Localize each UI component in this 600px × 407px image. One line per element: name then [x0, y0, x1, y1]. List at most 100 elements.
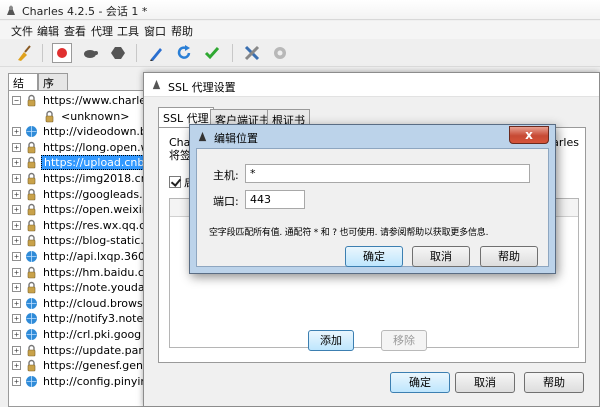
globe-icon — [26, 375, 37, 387]
expand-icon[interactable]: + — [12, 267, 21, 277]
tree-row[interactable]: + https://res.wx.qq.com — [9, 218, 157, 233]
pen-icon[interactable] — [146, 43, 166, 63]
expand-icon[interactable]: + — [12, 252, 21, 261]
refresh-icon[interactable] — [174, 43, 194, 63]
expand-icon[interactable]: + — [12, 330, 21, 339]
lock-icon — [27, 344, 36, 356]
tree-row[interactable]: − https://www.charlesp — [9, 93, 157, 108]
tree-row[interactable]: + https://genesf.genes — [9, 358, 157, 373]
tab-sequence[interactable]: 序列 — [38, 73, 68, 106]
expand-icon[interactable]: + — [12, 345, 21, 355]
tree-row-label: https://note.youdao.c — [43, 281, 158, 295]
menu-view[interactable]: 查看 — [64, 23, 86, 39]
tree-row[interactable]: + https://update.pan.ba — [9, 343, 158, 358]
expand-icon[interactable]: + — [12, 236, 21, 246]
hexagon-stop-icon[interactable] — [108, 43, 128, 63]
menu-file[interactable]: 文件 — [11, 23, 33, 39]
tree-row[interactable]: + https://note.youdao.c — [9, 280, 158, 295]
tree-row-label: https://open.weixin.q — [43, 203, 158, 217]
tree-row[interactable]: + https://open.weixin.q — [9, 202, 158, 217]
tools-icon[interactable] — [242, 43, 262, 63]
expand-icon[interactable]: + — [12, 127, 21, 137]
expand-icon[interactable]: + — [12, 220, 21, 230]
tree-row[interactable]: + https://long.open.wei — [9, 140, 157, 155]
expand-icon[interactable]: + — [12, 314, 21, 324]
expand-icon[interactable]: + — [12, 298, 21, 308]
expand-icon[interactable]: + — [12, 158, 21, 168]
lock-icon — [27, 360, 36, 372]
broom-icon[interactable] — [14, 43, 34, 63]
edit-cancel-button[interactable]: 取消 — [412, 246, 470, 267]
record-icon[interactable] — [52, 43, 72, 63]
host-label: 主机: — [213, 169, 239, 182]
ssl-cancel-button[interactable]: 取消 — [455, 372, 515, 393]
tree-row-label: http://notify3.note.yo — [43, 312, 158, 326]
charles-app-icon — [7, 5, 15, 15]
globe-icon — [26, 297, 37, 309]
tree-row[interactable]: + http://cloud.browser. — [9, 296, 157, 311]
tree-row[interactable]: + https://hm.baidu.com — [9, 265, 158, 280]
tree-row-label: http://videodown.bac — [43, 125, 158, 139]
lock-icon — [45, 110, 54, 122]
tree-row-label: http://cloud.browser. — [43, 296, 157, 310]
expand-icon[interactable]: + — [12, 205, 21, 215]
tree-row[interactable]: + https://img2018.cnblo — [9, 171, 157, 186]
menu-window[interactable]: 窗口 — [144, 23, 166, 39]
tree-row[interactable]: + https://googleads.g.c — [9, 187, 158, 202]
expand-icon[interactable]: + — [12, 142, 21, 152]
check-icon[interactable] — [202, 43, 222, 63]
remove-location-button[interactable]: 移除 — [381, 330, 427, 351]
edit-location-dialog: 编辑位置 x 主机: * 端口: 443 空字段匹配所有值. 通配符 * 和 ?… — [189, 124, 556, 274]
port-input[interactable]: 443 — [245, 190, 305, 209]
host-input[interactable]: * — [245, 164, 530, 183]
close-icon[interactable]: x — [509, 126, 549, 144]
expand-icon[interactable]: + — [12, 174, 21, 183]
tree-row[interactable]: <unknown> — [9, 109, 157, 124]
tree-row-label: https://googleads.g.c — [43, 187, 158, 201]
tree-row[interactable]: + https://blog-static.cn — [9, 233, 157, 248]
menu-edit[interactable]: 编辑 — [37, 23, 59, 39]
tree-row[interactable]: + http://config.pinyin.so — [9, 374, 158, 389]
toolbar-separator — [232, 44, 233, 62]
expand-icon[interactable]: + — [12, 189, 21, 199]
ssl-help-button[interactable]: 帮助 — [524, 372, 584, 393]
tree-row[interactable]: + http://api.lxqp.360.cn — [9, 249, 157, 264]
port-label: 端口: — [213, 195, 239, 208]
window-titlebar: Charles 4.2.5 - 会话 1 * — [0, 0, 600, 20]
tree-row[interactable]: + https://upload.cnblog — [9, 155, 157, 171]
turtle-icon[interactable] — [80, 43, 100, 63]
menu-help[interactable]: 帮助 — [171, 23, 193, 39]
globe-icon — [26, 329, 37, 340]
expand-icon[interactable]: + — [12, 376, 21, 386]
edit-help-button[interactable]: 帮助 — [480, 246, 538, 267]
tree-row[interactable]: + http://notify3.note.yo — [9, 311, 158, 326]
wildcard-hint: 空字段匹配所有值. 通配符 * 和 ? 也可使用. 请参阅帮助以获取更多信息. — [209, 228, 489, 238]
add-location-button[interactable]: 添加 — [308, 330, 354, 351]
lock-icon — [27, 94, 36, 107]
tree-row[interactable]: + http://crl.pki.goog — [9, 327, 157, 342]
lock-icon — [27, 141, 36, 154]
lock-icon — [27, 266, 36, 278]
tree-row-label: https://update.pan.ba — [43, 343, 158, 357]
checkbox-checked[interactable] — [169, 176, 181, 188]
expand-icon[interactable]: + — [12, 283, 21, 293]
tree-row[interactable]: + http://videodown.bac — [9, 124, 158, 139]
gear-icon[interactable] — [270, 43, 290, 63]
tree-row-label: http://config.pinyin.so — [43, 374, 158, 388]
edit-ok-button[interactable]: 确定 — [345, 246, 403, 267]
collapse-icon[interactable]: − — [12, 96, 21, 105]
tree-row-label: https://hm.baidu.com — [43, 265, 158, 279]
tab-structure[interactable]: 结构 — [8, 73, 38, 106]
globe-icon — [26, 126, 37, 138]
tree-row-label: https://blog-static.cn — [43, 234, 157, 248]
window-title: Charles 4.2.5 - 会话 1 * — [22, 5, 148, 18]
menu-proxy[interactable]: 代理 — [91, 23, 113, 39]
expand-icon[interactable]: + — [12, 361, 21, 371]
ssl-ok-button[interactable]: 确定 — [390, 372, 450, 393]
menu-tools[interactable]: 工具 — [117, 23, 139, 39]
host-tree[interactable]: − https://www.charlesp <unknown> + http://vi… — [8, 90, 158, 407]
lock-icon — [27, 188, 36, 200]
charles-app-icon — [198, 131, 207, 142]
lock-icon — [27, 172, 36, 185]
edit-dialog-body: 主机: * 端口: 443 空字段匹配所有值. 通配符 * 和 ? 也可使用. … — [196, 148, 549, 267]
